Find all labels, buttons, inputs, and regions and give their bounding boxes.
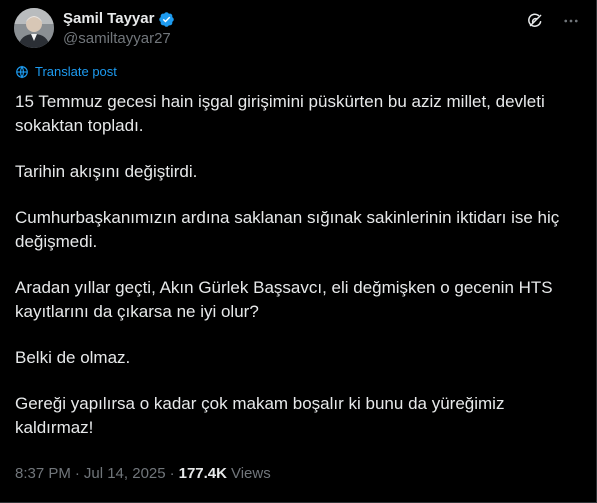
translate-icon xyxy=(15,65,29,79)
avatar[interactable] xyxy=(14,8,54,48)
post-paragraph: Cumhurbaşkanımızın ardına saklanan sığın… xyxy=(15,208,560,251)
translate-post-label[interactable]: Translate post xyxy=(35,64,117,79)
post-paragraph: Aradan yıllar geçti, Akın Gürlek Başsavc… xyxy=(15,278,553,321)
tweet-post: Şamil Tayyar @samiltayyar27 Translate po… xyxy=(0,0,597,503)
author-info: Şamil Tayyar @samiltayyar27 xyxy=(63,9,175,49)
post-body: 15 Temmuz gecesi hain işgal girişimini p… xyxy=(15,90,575,462)
author-handle[interactable]: @samiltayyar27 xyxy=(63,29,175,49)
post-time[interactable]: 8:37 PM xyxy=(15,464,71,484)
grok-icon[interactable] xyxy=(524,10,546,32)
display-name-row: Şamil Tayyar xyxy=(63,9,175,29)
author-display-name[interactable]: Şamil Tayyar xyxy=(63,9,154,29)
more-icon[interactable] xyxy=(560,10,582,32)
avatar-image xyxy=(14,8,54,48)
post-date[interactable]: Jul 14, 2025 xyxy=(84,464,166,484)
post-meta: 8:37 PM · Jul 14, 2025 · 177.4K Views xyxy=(15,464,271,484)
post-header: Şamil Tayyar @samiltayyar27 xyxy=(14,8,582,52)
post-paragraph: Belki de olmaz. xyxy=(15,348,131,367)
post-paragraph: 15 Temmuz gecesi hain işgal girişimini p… xyxy=(15,92,545,135)
meta-separator: · xyxy=(74,465,80,482)
meta-separator: · xyxy=(169,465,175,482)
views-label: Views xyxy=(230,465,271,482)
header-actions xyxy=(524,10,582,32)
post-paragraph: Gereği yapılırsa o kadar çok makam boşal… xyxy=(15,394,505,437)
verified-badge-icon[interactable] xyxy=(158,11,175,28)
post-paragraph: Tarihin akışını değiştirdi. xyxy=(15,162,198,181)
views-count[interactable]: 177.4K xyxy=(179,464,227,484)
translate-post-link[interactable]: Translate post xyxy=(15,64,117,79)
